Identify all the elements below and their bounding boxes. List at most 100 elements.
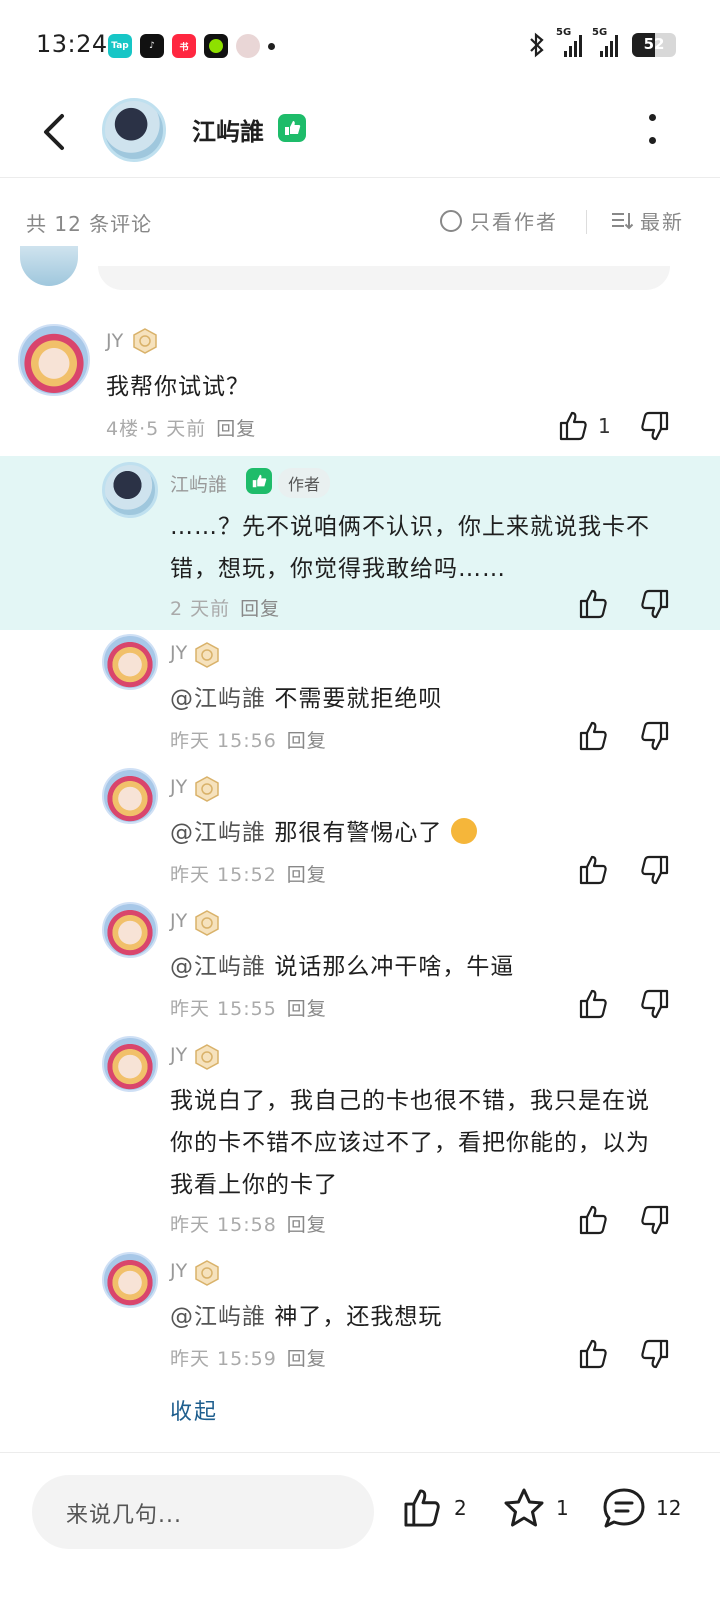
like-count: 1 [598, 414, 611, 438]
comment-username[interactable]: JY [170, 1260, 187, 1282]
thumbs-up-icon[interactable] [558, 410, 590, 442]
mention[interactable]: @江屿誰 [170, 954, 266, 980]
thumbs-down-icon[interactable] [638, 720, 670, 752]
thumbs-down-icon[interactable] [638, 410, 670, 442]
favorite-button[interactable]: 1 [502, 1487, 569, 1529]
battery-level: 52 [643, 35, 665, 53]
avatar-app-icon [236, 34, 260, 58]
level-badge-icon [195, 1044, 219, 1070]
comment-count-total: 12 [656, 1496, 682, 1520]
tap-app-icon: Tap [108, 34, 132, 58]
comments-button[interactable]: 12 [602, 1487, 681, 1529]
author-only-toggle[interactable]: 只看作者 [440, 206, 558, 235]
mention[interactable]: @江屿誰 [170, 686, 266, 712]
level-badge-icon [195, 910, 219, 936]
comment-meta: 昨天 15:55 回复 [170, 994, 327, 1021]
comment-text: 我帮你试试？ [106, 374, 250, 400]
thumbs-up-icon[interactable] [578, 588, 610, 620]
reply-button[interactable]: 回复 [287, 864, 327, 886]
thumbs-down-icon[interactable] [638, 854, 670, 886]
comment-username[interactable]: JY [170, 776, 187, 798]
verified-icon [278, 114, 306, 142]
author-avatar[interactable] [102, 98, 166, 162]
comment-time: 2 天前 [170, 598, 231, 620]
thumbs-up-icon [404, 1489, 440, 1527]
comment-time: 昨天 15:58 [170, 1214, 277, 1236]
thumbs-up-icon[interactable] [578, 720, 610, 752]
reply-button[interactable]: 回复 [240, 598, 280, 620]
sort-icon [612, 212, 634, 229]
comment-input[interactable]: 来说几句... [32, 1475, 374, 1549]
thumbs-down-icon[interactable] [638, 1204, 670, 1236]
avatar[interactable] [102, 1036, 158, 1092]
comment-filter-bar: 共 12 条评论 只看作者 最新 [0, 180, 720, 266]
avatar[interactable] [102, 1252, 158, 1308]
reply-button[interactable]: 回复 [287, 998, 327, 1020]
author-name[interactable]: 江屿誰 [192, 112, 264, 147]
thumbs-up-icon[interactable] [578, 1338, 610, 1370]
comment-username[interactable]: JY [170, 1044, 187, 1066]
post-like-count: 2 [454, 1496, 467, 1520]
mention[interactable]: @江屿誰 [170, 820, 266, 846]
more-notifications-dot [268, 42, 275, 50]
comment-time: 昨天 15:55 [170, 998, 277, 1020]
thumbs-up-icon[interactable] [578, 1204, 610, 1236]
status-right: 5G 5G 52 [528, 27, 676, 58]
top-bar: 江屿誰 [0, 92, 720, 178]
reply-button[interactable]: 回复 [287, 1348, 327, 1370]
level-badge-icon [133, 328, 157, 354]
avatar [20, 246, 78, 286]
avatar[interactable] [102, 462, 158, 518]
bottom-action-bar: 来说几句... 2 1 12 [0, 1452, 720, 1608]
level-badge-icon [195, 1260, 219, 1286]
collapse-replies-link[interactable]: 收起 [170, 1394, 218, 1426]
favorite-count: 1 [556, 1496, 569, 1520]
avatar[interactable] [102, 902, 158, 958]
comment-meta: 4楼·5 天前 回复 [106, 414, 256, 441]
comment-meta: 昨天 15:58 回复 [170, 1210, 327, 1237]
back-button[interactable] [36, 110, 76, 154]
chevron-left-icon [44, 114, 64, 150]
thumbs-down-icon[interactable] [638, 988, 670, 1020]
radio-icon [440, 209, 462, 232]
author-badge: 作者 [278, 468, 331, 498]
comment-username[interactable]: 江屿誰 [170, 470, 227, 497]
reply-button[interactable]: 回复 [287, 1214, 327, 1236]
more-options-button[interactable] [646, 114, 658, 144]
previous-comment-card [98, 266, 670, 290]
avatar[interactable] [102, 768, 158, 824]
signal-icon-1: 5G [556, 27, 582, 57]
comment-time: 昨天 15:59 [170, 1348, 277, 1370]
battery-icon: 52 [632, 33, 676, 57]
avatar[interactable] [18, 324, 90, 396]
xiaohongshu-icon: 书 [172, 34, 196, 58]
mention[interactable]: @江屿誰 [170, 1304, 266, 1330]
post-like-button[interactable]: 2 [402, 1487, 467, 1529]
reply-button[interactable]: 回复 [216, 418, 256, 440]
emoji-icon [450, 818, 477, 844]
comment-meta: 昨天 15:59 回复 [170, 1344, 327, 1371]
thumbs-down-icon[interactable] [638, 1338, 670, 1370]
thumbs-down-icon[interactable] [638, 588, 670, 620]
reply-button[interactable]: 回复 [287, 730, 327, 752]
sort-button[interactable]: 最新 [610, 206, 684, 235]
comment-count: 共 12 条评论 [26, 212, 153, 236]
comment-text: 我说白了，我自己的卡也很不错，我只是在说你的卡不错不应该过不了，看把你能的，以为… [170, 1088, 650, 1198]
status-time: 13:24 [36, 30, 108, 58]
comment-username[interactable]: JY [106, 330, 123, 352]
comment-time: 昨天 15:52 [170, 864, 277, 886]
comment-time: 4楼·5 天前 [106, 418, 207, 440]
comment-text: @江屿誰 说话那么冲干啥，牛逼 [170, 954, 515, 980]
comment-username[interactable]: JY [170, 642, 187, 664]
notification-icons: Tap ♪ 书 [108, 34, 275, 58]
bluetooth-icon [530, 32, 544, 58]
avatar[interactable] [102, 634, 158, 690]
verified-icon [246, 468, 272, 494]
comment-input-placeholder: 来说几句... [66, 1503, 182, 1528]
author-only-label: 只看作者 [470, 210, 558, 234]
thumbs-up-icon[interactable] [578, 988, 610, 1020]
comment-text: @江屿誰 不需要就拒绝呗 [170, 686, 443, 712]
comment-username[interactable]: JY [170, 910, 187, 932]
thumbs-up-icon[interactable] [578, 854, 610, 886]
status-bar: 13:24 Tap ♪ 书 5G 5G 52 [0, 0, 720, 92]
